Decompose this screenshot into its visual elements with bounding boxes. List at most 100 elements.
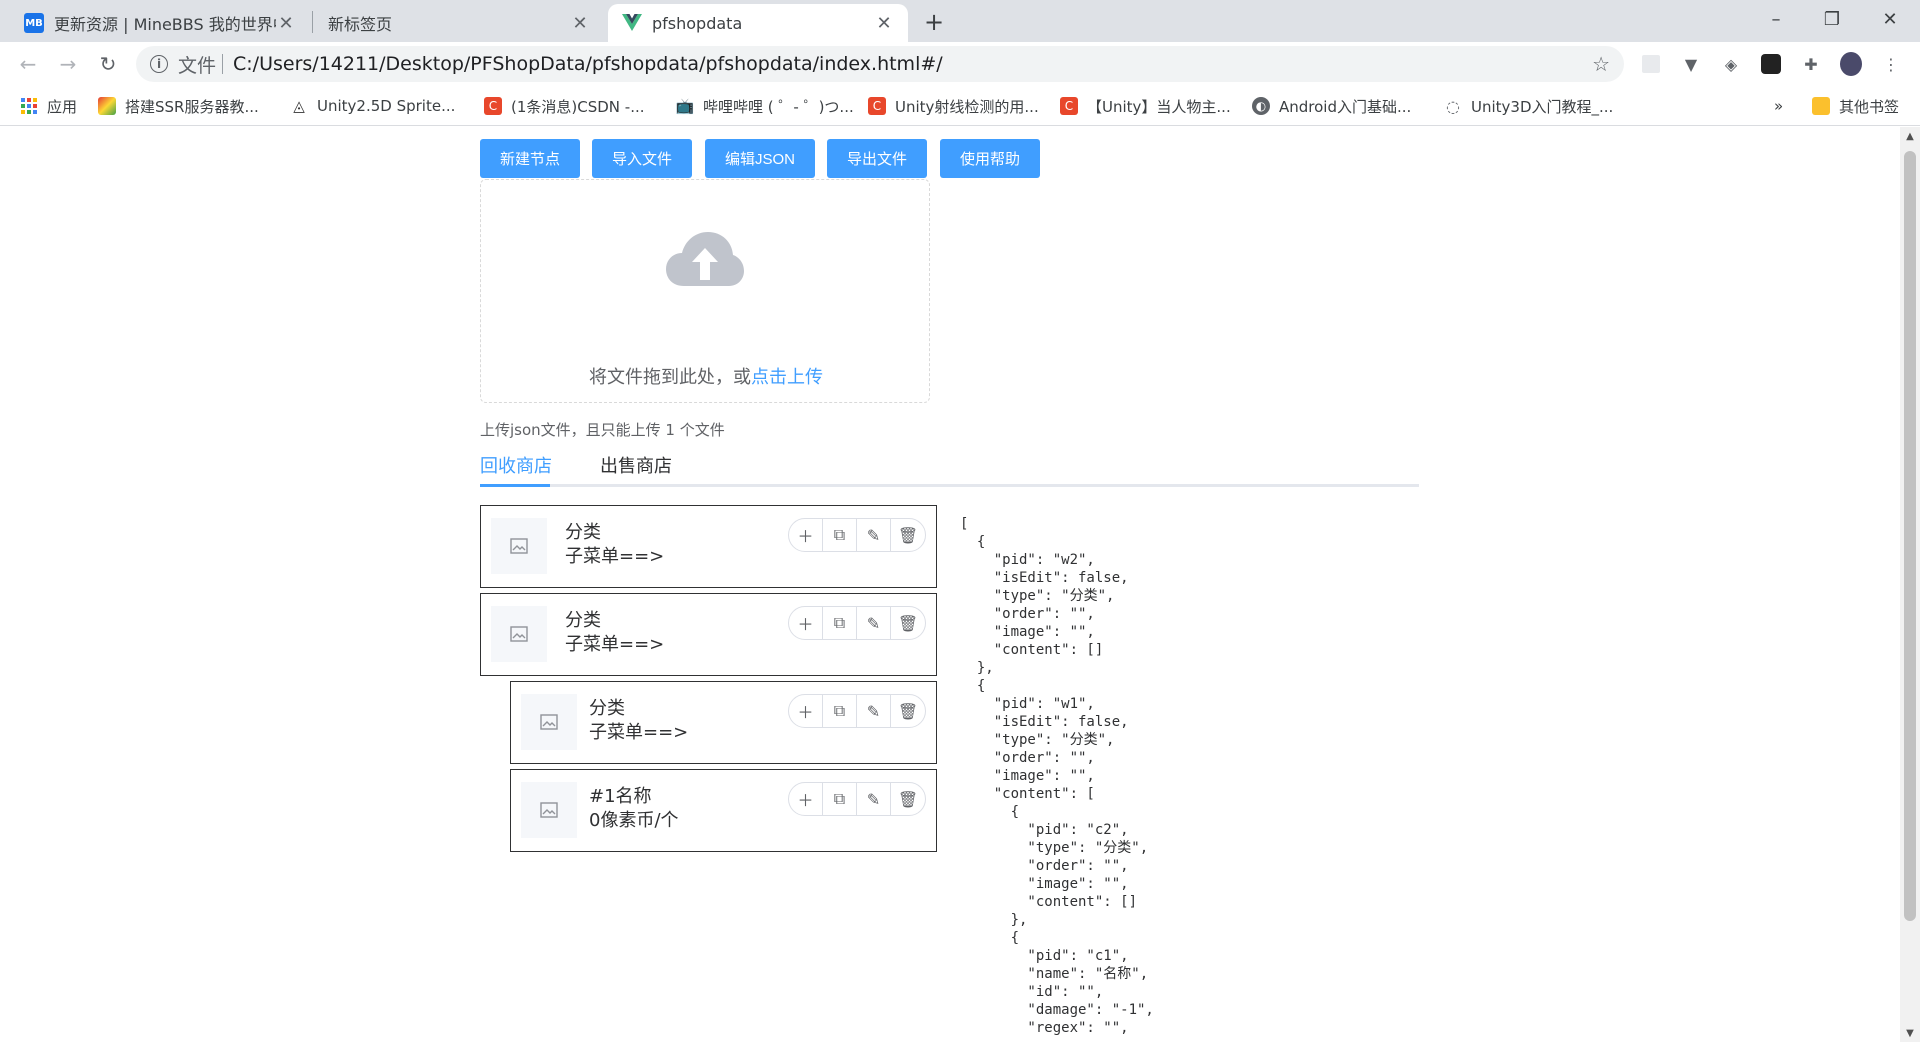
forward-arrow-icon[interactable]: → <box>52 48 84 80</box>
minebbs-favicon-icon: MB <box>24 13 44 33</box>
child-node-card[interactable]: 分类 子菜单==> ＋ ⧉ ✎ 🗑 <box>510 681 937 764</box>
image-placeholder-icon <box>491 518 547 574</box>
item-name: #1名称 <box>589 786 652 807</box>
scroll-down-arrow-icon[interactable]: ▼ <box>1900 1024 1920 1042</box>
url-text[interactable]: C:/Users/14211/Desktop/PFShopData/pfshop… <box>233 53 1592 75</box>
menu-kebab-icon[interactable]: ⋮ <box>1880 53 1902 75</box>
node-actions: ＋ ⧉ ✎ 🗑 <box>788 782 926 816</box>
add-icon[interactable]: ＋ <box>789 519 823 551</box>
browser-tab-minebbs[interactable]: MB 更新资源 | MineBBS 我的世界中 ✕ <box>10 4 310 42</box>
vue-icon <box>622 13 642 33</box>
copy-icon[interactable]: ⧉ <box>823 519 857 551</box>
node-type: 分类 <box>565 610 601 631</box>
bookmark-unity3d[interactable]: ◌ Unity3D入门教程_... <box>1444 94 1613 118</box>
bookmark-csdn[interactable]: C (1条消息)CSDN -... <box>484 94 645 118</box>
window-close-icon[interactable]: ✕ <box>1866 0 1914 38</box>
csdn-icon: C <box>868 97 886 115</box>
bookmark-label: Unity3D入门教程_... <box>1471 97 1614 116</box>
extension-blank-icon[interactable] <box>1640 53 1662 75</box>
node-type: 分类 <box>589 698 625 719</box>
bookmarks-overflow-icon[interactable]: » <box>1774 94 1783 118</box>
close-tab-icon[interactable]: ✕ <box>570 13 590 34</box>
delete-icon[interactable]: 🗑 <box>891 783 925 815</box>
address-divider <box>222 54 224 74</box>
unity-icon: ◬ <box>293 97 305 115</box>
bookmark-unity-character[interactable]: C 【Unity】当人物主... <box>1060 94 1231 118</box>
restore-icon[interactable]: ❐ <box>1808 0 1856 38</box>
add-icon[interactable]: ＋ <box>789 783 823 815</box>
edit-icon[interactable]: ✎ <box>857 607 891 639</box>
delete-icon[interactable]: 🗑 <box>891 519 925 551</box>
avatar[interactable] <box>1840 52 1862 76</box>
bookmark-bilibili[interactable]: 📺 哔哩哔哩 ( ゜- ゜)つ... <box>676 94 854 118</box>
new-tab-icon[interactable]: + <box>918 8 950 36</box>
edit-icon[interactable]: ✎ <box>857 783 891 815</box>
copy-icon[interactable]: ⧉ <box>823 607 857 639</box>
colorful-icon <box>98 97 116 115</box>
tampermonkey-icon[interactable] <box>1760 53 1782 75</box>
close-tab-icon[interactable]: ✕ <box>874 13 894 34</box>
add-icon[interactable]: ＋ <box>789 607 823 639</box>
bookmarks-bar: 应用 搭建SSR服务器教... ◬ Unity2.5D Sprite... C … <box>0 86 1920 126</box>
bookmark-unity-raycast[interactable]: C Unity射线检测的用... <box>868 94 1039 118</box>
info-icon[interactable]: i <box>150 55 168 73</box>
extensions-puzzle-icon[interactable]: ✚ <box>1800 53 1822 75</box>
browser-tab-pfshopdata[interactable]: pfshopdata ✕ <box>608 4 908 42</box>
bilibili-icon: 📺 <box>675 97 695 115</box>
reload-icon[interactable]: ↻ <box>92 48 124 80</box>
tab-title: 更新资源 | MineBBS 我的世界中 <box>54 15 276 34</box>
new-node-button[interactable]: 新建节点 <box>480 139 580 178</box>
bookmark-apps[interactable]: 应用 <box>20 94 77 118</box>
image-placeholder-icon <box>521 694 577 750</box>
vue-devtools-icon[interactable]: ▼ <box>1680 53 1702 75</box>
click-upload-link[interactable]: 点击上传 <box>751 367 823 388</box>
bookmark-star-icon[interactable]: ☆ <box>1592 52 1610 76</box>
bookmark-label: 【Unity】当人物主... <box>1087 97 1231 116</box>
copy-icon[interactable]: ⧉ <box>823 783 857 815</box>
scroll-up-arrow-icon[interactable]: ▲ <box>1900 127 1920 145</box>
scrollbar-thumb[interactable] <box>1904 151 1916 921</box>
node-detail: 子菜单==> <box>565 634 665 655</box>
edit-icon[interactable]: ✎ <box>857 519 891 551</box>
child-node-card[interactable]: #1名称 0像素币/个 ＋ ⧉ ✎ 🗑 <box>510 769 937 852</box>
add-icon[interactable]: ＋ <box>789 695 823 727</box>
node-detail: 子菜单==> <box>589 722 689 743</box>
upload-text: 将文件拖到此处，或 <box>589 367 751 388</box>
bookmark-other[interactable]: 其他书签 <box>1812 94 1899 118</box>
loading-icon: ◌ <box>1446 96 1460 116</box>
browser-tab-newtab[interactable]: 新标签页 ✕ <box>314 4 604 42</box>
page-scrollbar[interactable]: ▲ ▼ <box>1900 127 1920 1042</box>
tab-title: 新标签页 <box>328 15 393 34</box>
copy-icon[interactable]: ⧉ <box>823 695 857 727</box>
upload-dropzone[interactable]: 将文件拖到此处，或点击上传 <box>480 179 930 403</box>
edit-json-button[interactable]: 编辑JSON <box>705 139 815 178</box>
tab-recycle-shop[interactable]: 回收商店 <box>480 445 552 485</box>
bookmark-label: 搭建SSR服务器教... <box>125 97 259 116</box>
back-arrow-icon[interactable]: ← <box>12 48 44 80</box>
browser-toolbar: ← → ↻ i 文件 C:/Users/14211/Desktop/PFShop… <box>0 42 1920 86</box>
close-tab-icon[interactable]: ✕ <box>276 13 296 34</box>
address-bar[interactable]: i 文件 C:/Users/14211/Desktop/PFShopData/p… <box>136 46 1624 82</box>
apps-grid-icon <box>20 97 38 115</box>
upload-cloud-icon <box>666 232 744 286</box>
delete-icon[interactable]: 🗑 <box>891 607 925 639</box>
item-price: 0像素币/个 <box>589 810 679 831</box>
minimize-icon[interactable]: – <box>1752 0 1800 38</box>
browser-tab-strip: MB 更新资源 | MineBBS 我的世界中 ✕ 新标签页 ✕ pfshopd… <box>0 0 1920 42</box>
tab-sell-shop[interactable]: 出售商店 <box>600 445 672 485</box>
angular-icon[interactable]: ◈ <box>1720 53 1742 75</box>
edit-icon[interactable]: ✎ <box>857 695 891 727</box>
export-file-button[interactable]: 导出文件 <box>827 139 927 178</box>
delete-icon[interactable]: 🗑 <box>891 695 925 727</box>
image-placeholder-icon <box>521 782 577 838</box>
help-button[interactable]: 使用帮助 <box>940 139 1040 178</box>
import-file-button[interactable]: 导入文件 <box>592 139 692 178</box>
bookmark-label: 应用 <box>47 97 78 116</box>
bookmark-ssr[interactable]: 搭建SSR服务器教... <box>98 94 259 118</box>
node-card[interactable]: 分类 子菜单==> ＋ ⧉ ✎ 🗑 <box>480 593 937 676</box>
folder-icon <box>1812 97 1830 115</box>
node-card[interactable]: 分类 子菜单==> ＋ ⧉ ✎ 🗑 <box>480 505 937 588</box>
bookmark-unity25d[interactable]: ◬ Unity2.5D Sprite... <box>290 94 455 118</box>
bookmark-android[interactable]: ◐ Android入门基础... <box>1252 94 1411 118</box>
tab-title: pfshopdata <box>652 13 743 33</box>
